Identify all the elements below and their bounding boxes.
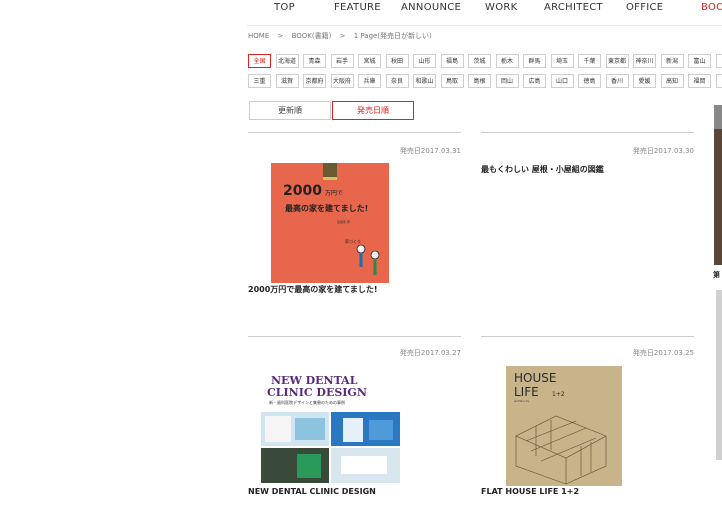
prefecture-button[interactable]: 群馬 (523, 54, 546, 68)
book-title[interactable]: NEW DENTAL CLINIC DESIGN (248, 487, 376, 496)
prefecture-button[interactable]: 山形 (413, 54, 436, 68)
svg-text:新・歯科医院デザインと集患のための事例: 新・歯科医院デザインと集患のための事例 (269, 399, 345, 405)
svg-text:written by: written by (514, 399, 529, 403)
nav-divider (247, 25, 722, 26)
book-cover-art: HOUSE LIFE 1+2 written by (514, 371, 607, 485)
svg-text:CLINIC DESIGN: CLINIC DESIGN (267, 386, 367, 399)
prefecture-button[interactable]: 福岡 (688, 74, 711, 88)
book-cover-art: NEW DENTAL CLINIC DESIGN 新・歯科医院デザインと集患のた… (261, 374, 400, 483)
svg-text:建築家 著: 建築家 著 (337, 219, 350, 224)
prefecture-button[interactable]: 滋賀 (275, 74, 299, 88)
prefecture-button[interactable]: 愛媛 (633, 74, 656, 88)
book-title[interactable]: 最もくわしい 屋根・小屋組の図鑑 (481, 164, 604, 175)
prefecture-button[interactable]: 島根 (468, 74, 491, 88)
svg-text:家づくり: 家づくり (345, 238, 361, 244)
sort-release-button[interactable]: 発売日順 (332, 101, 414, 120)
side-image (716, 290, 722, 460)
breadcrumb-separator: > (339, 32, 346, 40)
prefecture-button[interactable]: 奈良 (385, 74, 409, 88)
breadcrumb-separator: > (277, 32, 284, 40)
svg-text:万円で: 万円で (325, 190, 343, 197)
book-cover[interactable]: NEW DENTAL CLINIC DESIGN 新・歯科医院デザインと集患のた… (261, 366, 400, 483)
svg-text:LIFE: LIFE (514, 385, 539, 399)
prefecture-button[interactable]: 宮城 (358, 54, 381, 68)
breadcrumb-home[interactable]: HOME (248, 32, 269, 40)
book-title[interactable]: 2000万円で最高の家を建てました! (248, 284, 378, 295)
prefecture-button[interactable]: 三重 (248, 74, 271, 88)
nav-announce[interactable]: ANNOUNCE (401, 2, 461, 13)
release-date: 発売日2017.03.30 (632, 147, 694, 155)
prefecture-button[interactable]: 神奈川 (633, 54, 656, 68)
book-title[interactable]: FLAT HOUSE LIFE 1+2 (481, 487, 579, 496)
release-date: 発売日2017.03.31 (399, 147, 461, 155)
prefecture-button[interactable]: 千葉 (578, 54, 601, 68)
prefecture-button[interactable]: 東京都 (605, 54, 629, 68)
top-nav: TOP FEATURE ANNOUNCE WORK ARCHITECT OFFI… (248, 0, 722, 18)
card-divider (248, 336, 461, 337)
prefecture-button[interactable]: 広島 (523, 74, 546, 88)
svg-text:最高の家を建てました!: 最高の家を建てました! (285, 203, 368, 213)
release-date: 発売日2017.03.25 (632, 349, 694, 357)
prefecture-button[interactable]: 福島 (440, 54, 464, 68)
sort-update-button[interactable]: 更新順 (249, 101, 331, 120)
book-cover[interactable]: 2000 万円で 最高の家を建てました! 建築家 著 家づくり (271, 163, 389, 283)
side-banner-image[interactable] (714, 105, 722, 265)
prefecture-button[interactable]: 兵庫 (358, 74, 381, 88)
prefecture-button[interactable]: 山口 (550, 74, 574, 88)
prefecture-button[interactable]: 秋田 (385, 54, 409, 68)
prefecture-button[interactable]: 岡山 (495, 74, 519, 88)
prefecture-button[interactable]: 京都府 (303, 74, 326, 88)
prefecture-button[interactable]: 全国 (248, 54, 271, 68)
prefecture-button[interactable]: 茨城 (468, 54, 491, 68)
prefecture-button[interactable]: 佐 (715, 74, 722, 88)
release-date: 発売日2017.03.27 (399, 349, 461, 357)
prefecture-button[interactable]: 大阪府 (330, 74, 354, 88)
svg-text:1+2: 1+2 (552, 391, 565, 398)
prefecture-button[interactable]: 埼玉 (550, 54, 574, 68)
prefecture-button[interactable]: 高知 (660, 74, 684, 88)
side-banner-label: 第 (713, 271, 720, 279)
nav-feature[interactable]: FEATURE (334, 2, 381, 13)
prefecture-button[interactable]: 鳥取 (440, 74, 464, 88)
card-divider (481, 336, 694, 337)
svg-text:HOUSE: HOUSE (514, 371, 556, 385)
nav-top[interactable]: TOP (274, 2, 295, 13)
breadcrumb: HOME > BOOK(書籍) > 1 Page(発売日が新しい) (248, 31, 438, 41)
prefecture-button[interactable]: 和歌山 (413, 74, 436, 88)
book-cover-art: 2000 万円で 最高の家を建てました! 建築家 著 家づくり (283, 163, 380, 275)
breadcrumb-current: 1 Page(発売日が新しい) (353, 32, 432, 40)
prefecture-button[interactable]: 新潟 (660, 54, 684, 68)
book-cover[interactable]: HOUSE LIFE 1+2 written by (506, 366, 622, 486)
prefecture-button[interactable]: 徳島 (578, 74, 601, 88)
prefecture-button[interactable]: 岩手 (330, 54, 354, 68)
prefecture-button[interactable]: 北海道 (275, 54, 299, 68)
prefecture-button[interactable]: 栃木 (495, 54, 519, 68)
nav-office[interactable]: OFFICE (626, 2, 663, 13)
nav-book[interactable]: BOO (701, 2, 722, 13)
svg-text:2000: 2000 (283, 183, 322, 199)
prefecture-button[interactable]: 石 (715, 54, 722, 68)
card-divider (248, 132, 461, 133)
card-divider (481, 132, 694, 133)
nav-architect[interactable]: ARCHITECT (544, 2, 603, 13)
prefecture-button[interactable]: 香川 (605, 74, 629, 88)
breadcrumb-book[interactable]: BOOK(書籍) (292, 32, 332, 40)
prefecture-button[interactable]: 富山 (688, 54, 711, 68)
prefecture-button[interactable]: 青森 (303, 54, 326, 68)
nav-work[interactable]: WORK (485, 2, 517, 13)
